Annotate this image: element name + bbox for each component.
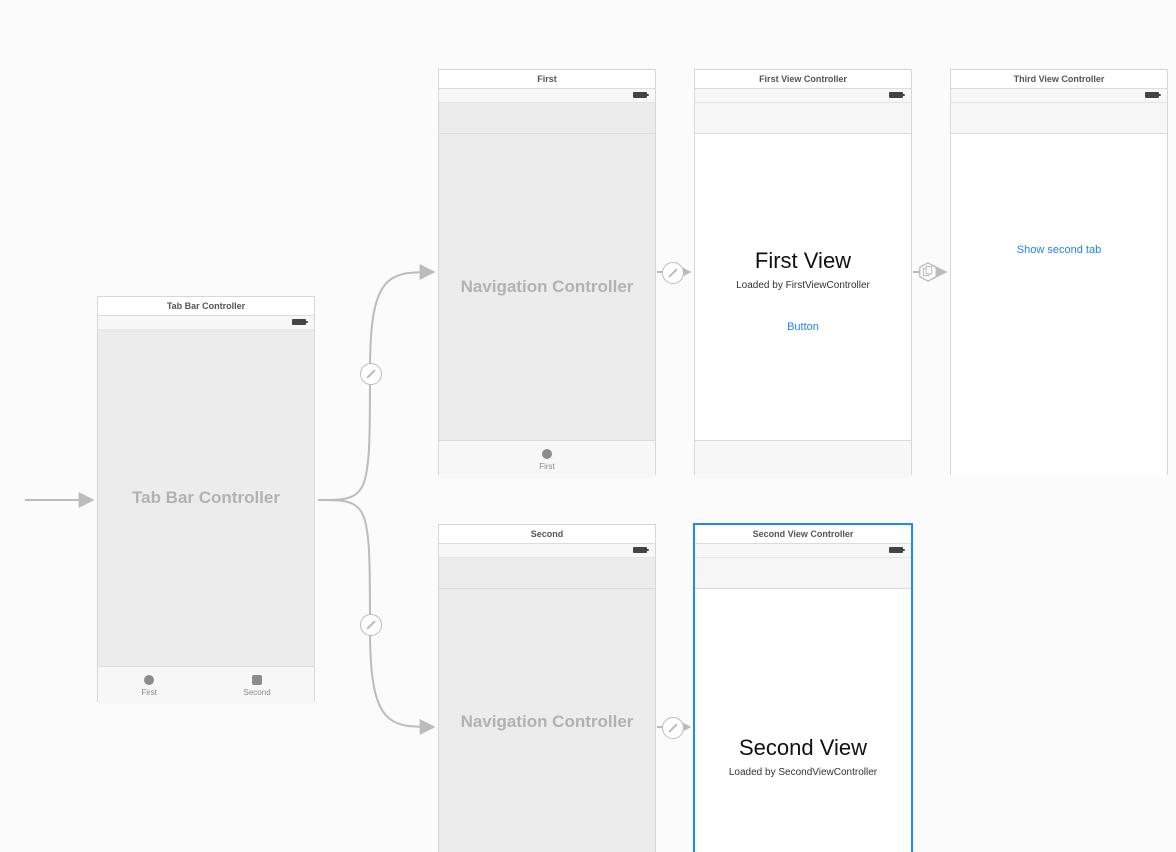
controller-placeholder-label: Navigation Controller xyxy=(461,712,634,732)
button[interactable]: Button xyxy=(695,321,911,333)
view-title-label: Second View xyxy=(695,735,911,761)
status-bar xyxy=(695,89,911,103)
tab-bar xyxy=(695,440,911,478)
scene-title: First View Controller xyxy=(695,70,911,89)
scene-title: First xyxy=(439,70,655,89)
controller-placeholder-label: Navigation Controller xyxy=(461,277,634,297)
view-subtitle-label: Loaded by SecondViewController xyxy=(695,767,911,778)
battery-icon xyxy=(889,547,903,553)
tab-item-label: First xyxy=(141,688,157,697)
segue-relationship-icon xyxy=(360,363,382,385)
segue-root-icon xyxy=(662,717,684,739)
tab-item-first[interactable]: First xyxy=(141,675,157,697)
status-bar xyxy=(439,544,655,558)
tab-item-first[interactable]: First xyxy=(539,449,555,471)
segue-root-icon xyxy=(662,262,684,284)
tab-bar: First Second xyxy=(98,666,314,704)
status-bar xyxy=(695,544,911,558)
tab-item-label: First xyxy=(539,462,555,471)
status-bar xyxy=(98,316,314,330)
status-bar xyxy=(951,89,1167,103)
tab-item-second[interactable]: Second xyxy=(244,675,271,697)
scene-title: Tab Bar Controller xyxy=(98,297,314,316)
controller-placeholder-label: Tab Bar Controller xyxy=(132,488,280,508)
navigation-bar xyxy=(951,103,1167,134)
storyboard-canvas[interactable]: Tab Bar Controller Tab Bar Controller Fi… xyxy=(0,0,1176,852)
scene-title: Second xyxy=(439,525,655,544)
segue-relationship-icon xyxy=(360,614,382,636)
scene-third-view-controller[interactable]: Third View Controller Show second tab xyxy=(950,69,1168,475)
status-bar xyxy=(439,89,655,103)
view-title-label: First View xyxy=(695,248,911,274)
scene-second-view-controller[interactable]: Second View Controller Second View Loade… xyxy=(694,524,912,852)
scene-first-view-controller[interactable]: First View Controller First View Loaded … xyxy=(694,69,912,475)
battery-icon xyxy=(292,319,306,325)
scene-title: Second View Controller xyxy=(695,525,911,544)
show-second-tab-button[interactable]: Show second tab xyxy=(951,244,1167,256)
navigation-bar xyxy=(439,103,655,134)
view-subtitle-label: Loaded by FirstViewController xyxy=(695,280,911,291)
scene-navigation-first[interactable]: First Navigation Controller First xyxy=(438,69,656,475)
scene-navigation-second[interactable]: Second Navigation Controller xyxy=(438,524,656,852)
circle-icon xyxy=(542,449,552,459)
battery-icon xyxy=(633,92,647,98)
segue-show-icon xyxy=(918,262,938,282)
scene-title: Third View Controller xyxy=(951,70,1167,89)
circle-icon xyxy=(144,675,154,685)
navigation-bar xyxy=(695,103,911,134)
battery-icon xyxy=(1145,92,1159,98)
navigation-bar xyxy=(439,558,655,589)
navigation-bar xyxy=(695,558,911,589)
tab-bar: First xyxy=(439,440,655,478)
tab-item-label: Second xyxy=(244,688,271,697)
battery-icon xyxy=(889,92,903,98)
square-icon xyxy=(252,675,262,685)
scene-tab-bar-controller[interactable]: Tab Bar Controller Tab Bar Controller Fi… xyxy=(97,296,315,702)
battery-icon xyxy=(633,547,647,553)
